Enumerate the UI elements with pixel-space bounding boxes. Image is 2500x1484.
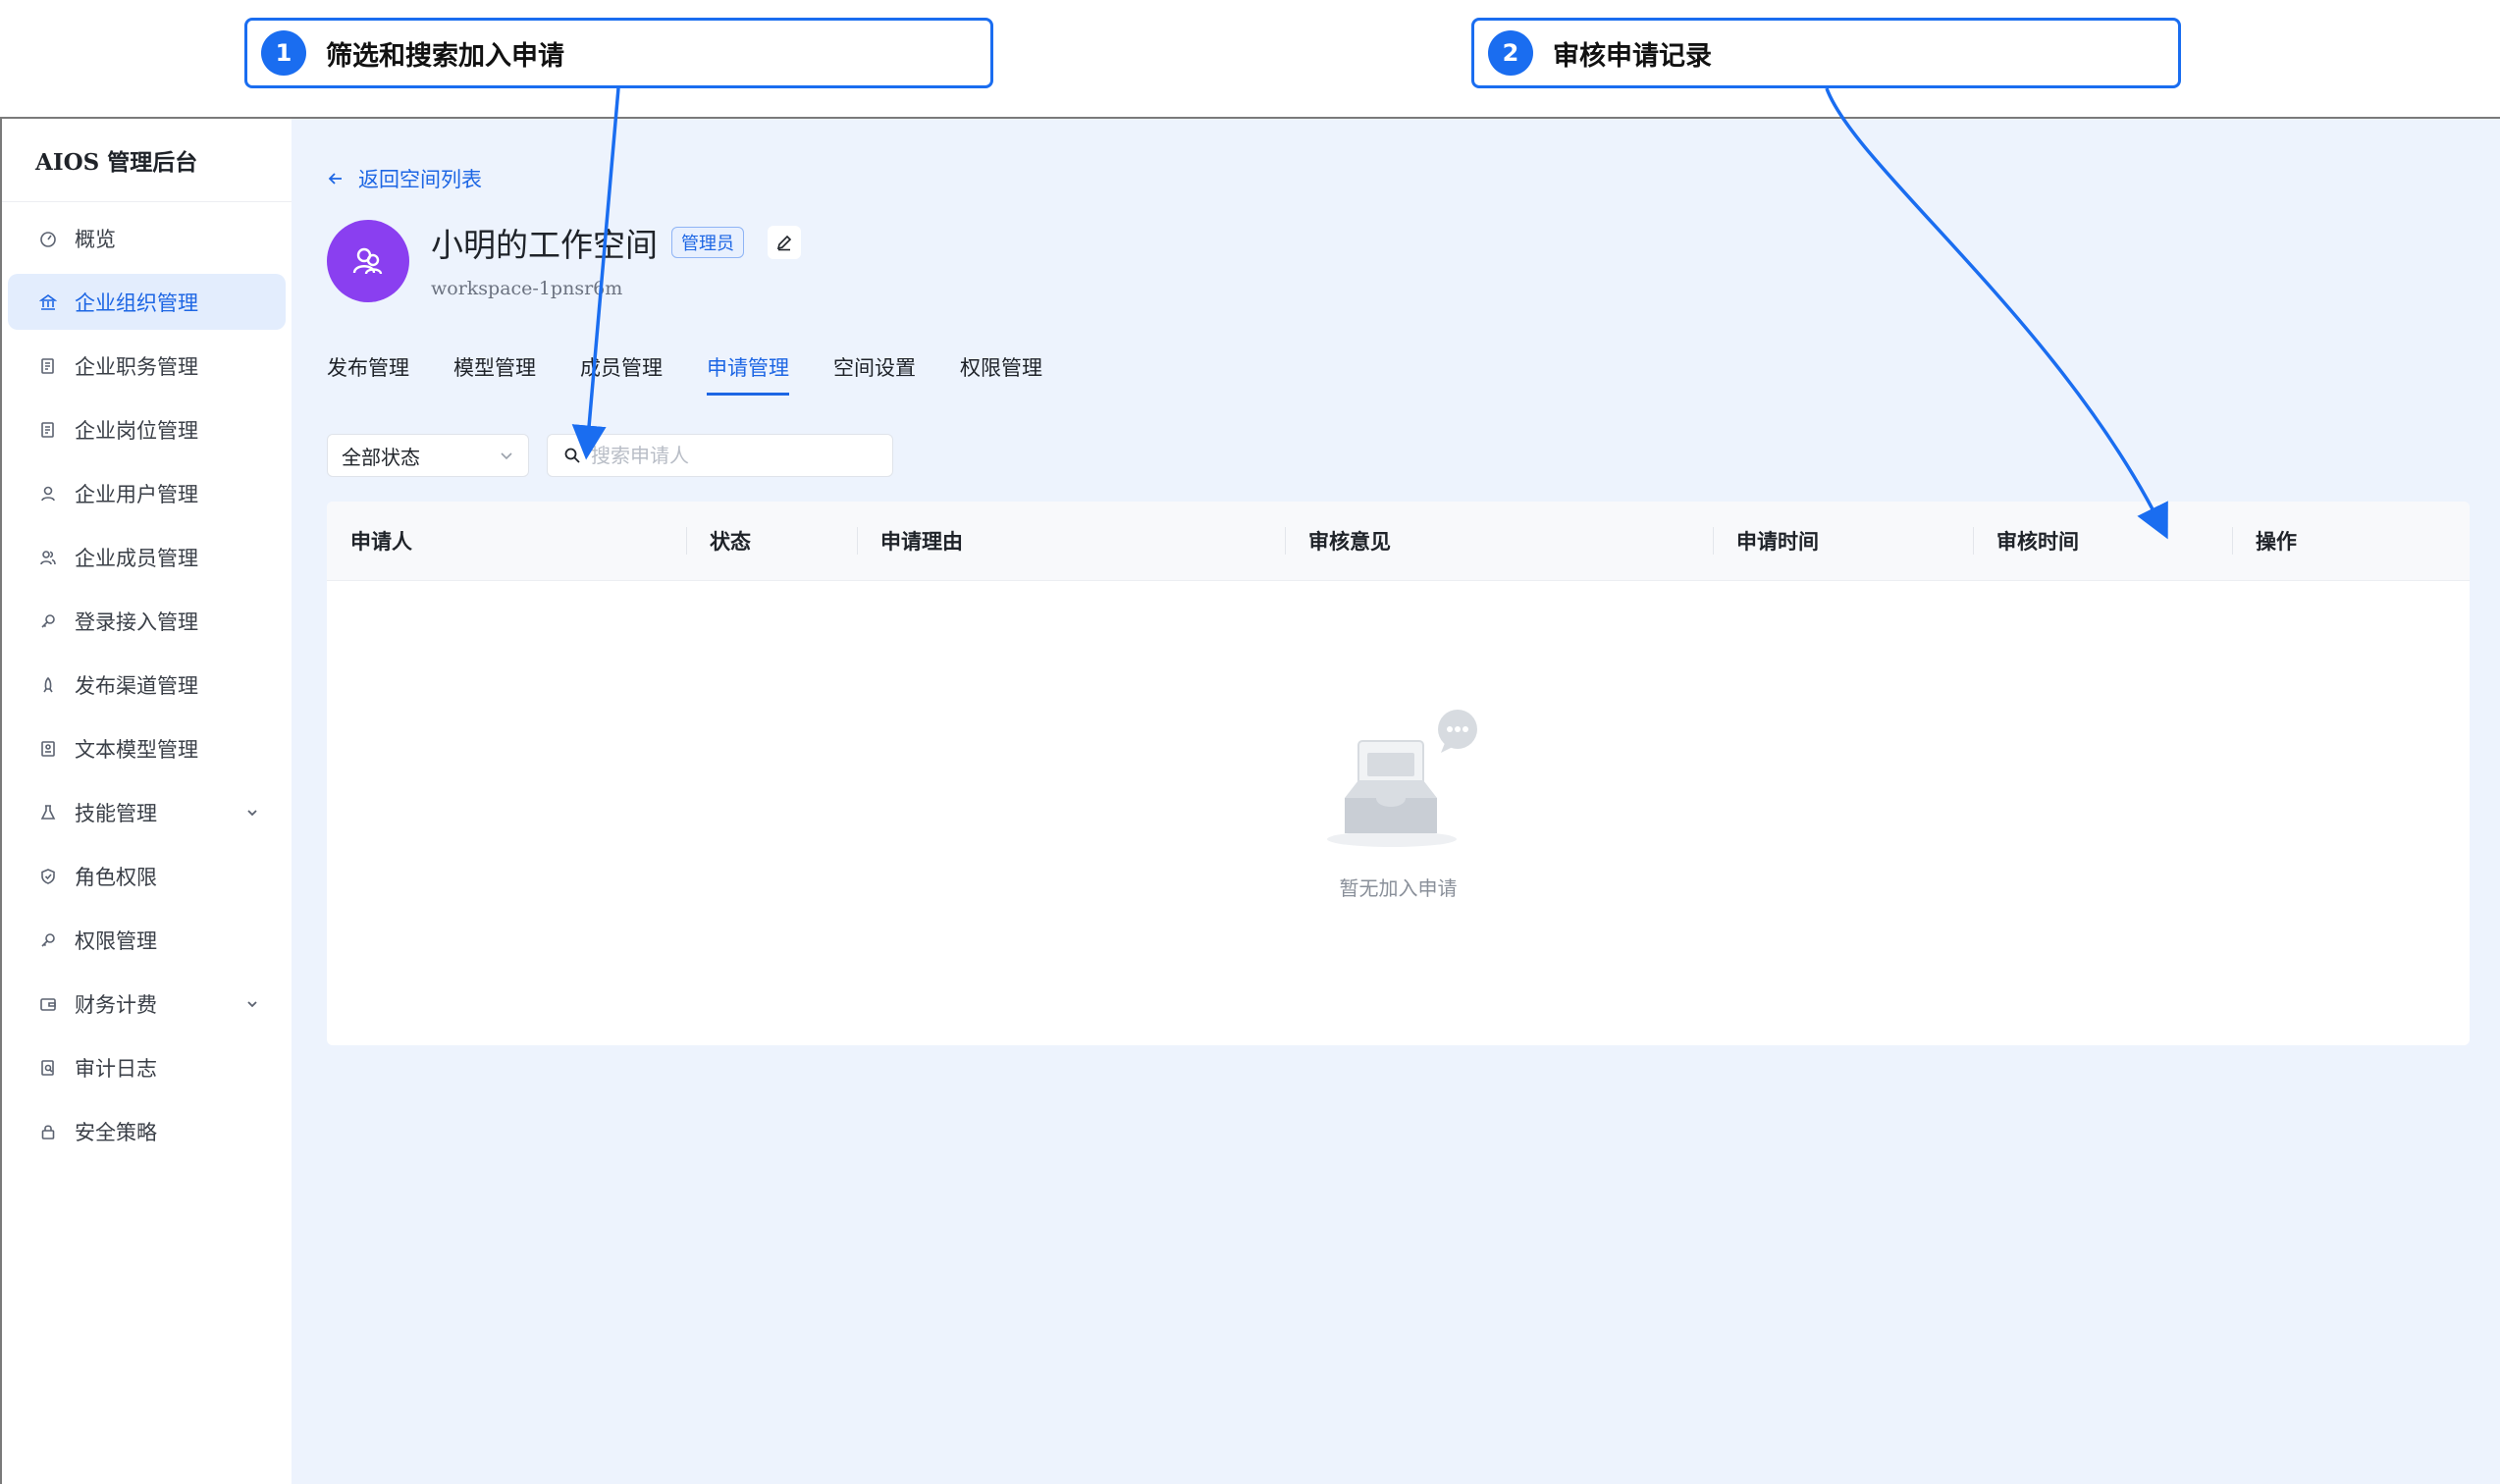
annotation-callout-2: 2 审核申请记录 <box>1471 18 2181 88</box>
user-icon <box>39 485 57 503</box>
sidebar-nav: 概览 企业组织管理 企业职务管理 企业岗位管理 企业用户管理 企业成员管理 登录… <box>2 210 292 1159</box>
brand-title: AIOS 管理后台 <box>2 119 292 202</box>
pencil-icon <box>776 235 792 251</box>
sidebar-item-position-management[interactable]: 企业岗位管理 <box>8 401 286 457</box>
workspace-avatar <box>327 220 409 302</box>
annotation-number-2: 2 <box>1488 30 1533 76</box>
sidebar-item-label: 财务计费 <box>75 992 157 1017</box>
sidebar-item-login-access[interactable]: 登录接入管理 <box>8 593 286 649</box>
chevron-down-icon[interactable] <box>244 993 260 1017</box>
model-icon <box>39 740 57 758</box>
tab-model-management[interactable]: 模型管理 <box>453 352 536 396</box>
sidebar-item-label: 发布渠道管理 <box>75 673 198 698</box>
rocket-icon <box>39 676 57 694</box>
back-link[interactable]: 返回空间列表 <box>327 164 482 193</box>
sidebar-item-publish-channel[interactable]: 发布渠道管理 <box>8 657 286 713</box>
sidebar-item-text-model[interactable]: 文本模型管理 <box>8 720 286 776</box>
empty-state: 暂无加入申请 <box>327 708 2470 901</box>
annotation-number-1: 1 <box>261 30 306 76</box>
key-icon <box>39 612 57 630</box>
sidebar-item-label: 权限管理 <box>75 928 157 953</box>
sidebar-item-label: 文本模型管理 <box>75 737 198 762</box>
status-filter-select[interactable]: 全部状态 <box>327 434 529 477</box>
tab-permission-management[interactable]: 权限管理 <box>960 352 1042 396</box>
tab-bar: 发布管理 模型管理 成员管理 申请管理 空间设置 权限管理 <box>327 352 1087 396</box>
sidebar-item-overview[interactable]: 概览 <box>8 210 286 266</box>
app-window: AIOS 管理后台 概览 企业组织管理 企业职务管理 企业岗位管理 企业用户管理 <box>0 117 2500 1484</box>
empty-state-text: 暂无加入申请 <box>1339 876 1458 900</box>
search-icon <box>564 448 580 463</box>
sidebar-item-label: 登录接入管理 <box>75 610 198 634</box>
sidebar-item-label: 企业职务管理 <box>75 354 198 379</box>
annotation-text-1: 筛选和搜索加入申请 <box>326 40 564 72</box>
sidebar-item-label: 企业用户管理 <box>75 482 198 506</box>
column-header-applicant: 申请人 <box>350 530 412 554</box>
applicant-search-box[interactable] <box>547 434 893 477</box>
role-badge: 管理员 <box>671 227 744 258</box>
column-header-apply-time: 申请时间 <box>1713 502 1973 580</box>
sidebar-item-finance-billing[interactable]: 财务计费 <box>8 976 286 1032</box>
chevron-down-icon <box>501 452 512 460</box>
empty-inbox-icon <box>1326 710 1477 847</box>
annotation-text-2: 审核申请记录 <box>1553 40 1712 72</box>
key-icon <box>39 931 57 949</box>
sidebar-item-label: 企业岗位管理 <box>75 418 198 443</box>
edit-workspace-button[interactable] <box>768 226 801 259</box>
users-icon <box>39 549 57 566</box>
column-header-status: 状态 <box>686 502 857 580</box>
document-icon <box>39 421 57 439</box>
audit-icon <box>39 1059 57 1077</box>
wallet-icon <box>39 995 57 1013</box>
sidebar-item-security-policy[interactable]: 安全策略 <box>8 1103 286 1159</box>
sidebar-item-role-permission[interactable]: 角色权限 <box>8 848 286 904</box>
search-input[interactable] <box>589 443 868 468</box>
applications-table: 申请人 状态 申请理由 审核意见 申请时间 审核时间 操作 暂无加入申请 <box>327 502 2470 1045</box>
sidebar-item-label: 概览 <box>75 227 116 251</box>
sidebar-item-skill-management[interactable]: 技能管理 <box>8 784 286 840</box>
sidebar-item-job-management[interactable]: 企业职务管理 <box>8 338 286 394</box>
table-header: 申请人 状态 申请理由 审核意见 申请时间 审核时间 操作 <box>327 502 2470 581</box>
status-filter-value: 全部状态 <box>342 445 420 469</box>
sidebar: AIOS 管理后台 概览 企业组织管理 企业职务管理 企业岗位管理 企业用户管理 <box>2 119 292 1484</box>
annotation-callout-1: 1 筛选和搜索加入申请 <box>244 18 993 88</box>
sidebar-item-audit-log[interactable]: 审计日志 <box>8 1039 286 1095</box>
column-header-review-comment: 审核意见 <box>1285 502 1713 580</box>
arrow-left-icon <box>328 173 342 185</box>
column-header-review-time: 审核时间 <box>1973 502 2232 580</box>
workspace-header: 小明的工作空间 管理员 <box>431 219 801 266</box>
sidebar-item-label: 技能管理 <box>75 801 157 825</box>
tab-publish-management[interactable]: 发布管理 <box>327 352 409 396</box>
sidebar-item-permission-management[interactable]: 权限管理 <box>8 912 286 968</box>
bank-icon <box>39 293 57 311</box>
sidebar-item-user-management[interactable]: 企业用户管理 <box>8 465 286 521</box>
sidebar-item-member-management[interactable]: 企业成员管理 <box>8 529 286 585</box>
tab-application-management[interactable]: 申请管理 <box>707 352 789 396</box>
sidebar-item-label: 企业成员管理 <box>75 546 198 570</box>
document-icon <box>39 357 57 375</box>
dashboard-icon <box>39 230 57 247</box>
back-link-label: 返回空间列表 <box>358 168 482 191</box>
column-header-reason: 申请理由 <box>857 502 1285 580</box>
main-content: 返回空间列表 小明的工作空间 管理员 workspace-1pnsr6m 发布管… <box>292 119 2500 1484</box>
sidebar-item-label: 企业组织管理 <box>75 291 198 315</box>
sidebar-item-label: 审计日志 <box>75 1056 157 1081</box>
sidebar-item-label: 安全策略 <box>75 1120 157 1144</box>
column-header-actions: 操作 <box>2232 502 2470 580</box>
users-icon <box>352 247 383 275</box>
tab-member-management[interactable]: 成员管理 <box>580 352 663 396</box>
tab-space-settings[interactable]: 空间设置 <box>833 352 916 396</box>
lock-icon <box>39 1123 57 1140</box>
sidebar-item-label: 角色权限 <box>75 865 157 889</box>
workspace-id: workspace-1pnsr6m <box>431 278 623 299</box>
sidebar-item-org-management[interactable]: 企业组织管理 <box>8 274 286 330</box>
shield-icon <box>39 868 57 885</box>
chevron-down-icon[interactable] <box>244 802 260 825</box>
page-title: 小明的工作空间 <box>431 226 658 264</box>
flask-icon <box>39 804 57 822</box>
